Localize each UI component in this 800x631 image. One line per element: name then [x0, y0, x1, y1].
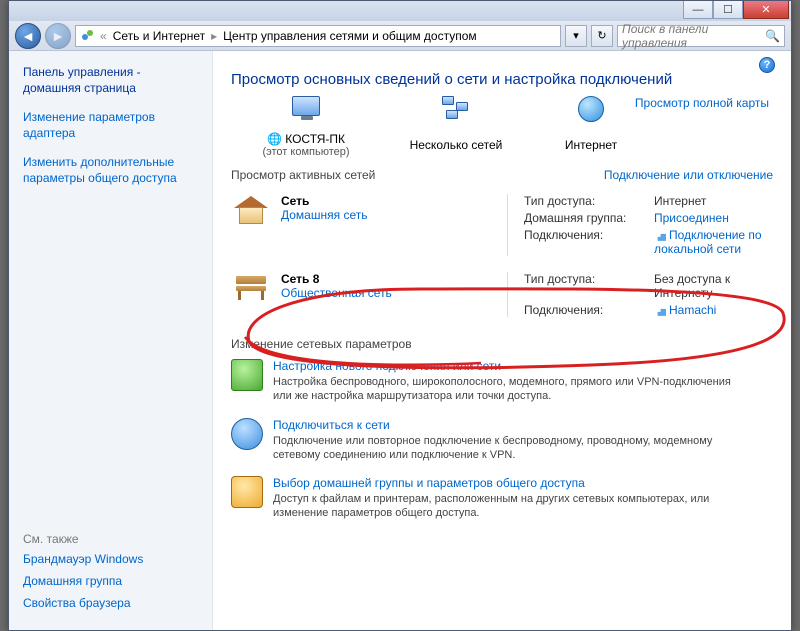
- homegroup-sharing-icon: [231, 476, 263, 508]
- task-description: Доступ к файлам и принтерам, расположенн…: [273, 492, 743, 521]
- forward-button[interactable]: ►: [45, 23, 71, 49]
- active-networks-heading: Просмотр активных сетей: [231, 168, 375, 182]
- explorer-window: — ☐ ✕ ◄ ► « Сеть и Интернет ▸ Центр упра…: [8, 0, 792, 631]
- access-type-value: Без доступа к Интернету: [654, 272, 773, 300]
- sidebar-item-browser-props[interactable]: Свойства браузера: [23, 596, 200, 610]
- sidebar-item-homegroup[interactable]: Домашняя группа: [23, 574, 200, 588]
- connection-link[interactable]: Подключение по локальной сети: [654, 228, 773, 256]
- connection-link[interactable]: Hamachi: [654, 303, 773, 317]
- networks-icon: [442, 96, 470, 124]
- network-item: Сеть 8 Общественная сеть Тип доступа: Бе…: [231, 266, 773, 327]
- help-button[interactable]: ?: [759, 57, 775, 73]
- task-item: Подключиться к сети Подключение или повт…: [231, 418, 773, 463]
- see-also-label: См. также: [23, 532, 200, 546]
- main-panel: ? Просмотр основных сведений о сети и на…: [213, 51, 791, 630]
- sidebar-item-adapter-settings[interactable]: Изменение параметров адаптера: [23, 110, 200, 141]
- breadcrumb-dropdown[interactable]: ▾: [565, 25, 587, 47]
- network-name: Сеть 8: [281, 272, 392, 286]
- task-description: Подключение или повторное подключение к …: [273, 434, 743, 463]
- internet-icon: [578, 96, 604, 122]
- task-connect-link[interactable]: Подключиться к сети: [273, 418, 743, 432]
- node-this-pc-sublabel: (этот компьютер): [231, 146, 381, 158]
- homegroup-link[interactable]: Присоединен: [654, 211, 773, 225]
- titlebar: — ☐ ✕: [9, 1, 791, 21]
- task-description: Настройка беспроводного, широкополосного…: [273, 375, 743, 404]
- close-button[interactable]: ✕: [743, 1, 789, 19]
- network-name: Сеть: [281, 194, 367, 208]
- view-full-map-link[interactable]: Просмотр полной карты: [635, 96, 769, 110]
- change-network-settings-heading: Изменение сетевых параметров: [231, 337, 773, 351]
- maximize-button[interactable]: ☐: [713, 1, 743, 19]
- search-placeholder: Поиск в панели управления: [622, 22, 765, 50]
- network-type-link[interactable]: Общественная сеть: [281, 286, 392, 300]
- refresh-button[interactable]: ↻: [591, 25, 613, 47]
- page-title: Просмотр основных сведений о сети и наст…: [231, 71, 773, 88]
- minimize-button[interactable]: —: [683, 1, 713, 19]
- task-new-connection-link[interactable]: Настройка нового подключения или сети: [273, 359, 743, 373]
- sidebar: Панель управления - домашняя страница Из…: [9, 51, 213, 630]
- back-button[interactable]: ◄: [15, 23, 41, 49]
- node-this-pc-label: 🌐 КОСТЯ-ПК: [231, 132, 381, 146]
- search-input[interactable]: Поиск в панели управления 🔍: [617, 25, 785, 47]
- new-connection-icon: [231, 359, 263, 391]
- network-item: Сеть Домашняя сеть Тип доступа: Интернет…: [231, 188, 773, 266]
- address-bar: ◄ ► « Сеть и Интернет ▸ Центр управления…: [9, 21, 791, 51]
- sidebar-item-firewall[interactable]: Брандмауэр Windows: [23, 552, 200, 566]
- breadcrumb-item[interactable]: Сеть и Интернет: [109, 29, 209, 43]
- home-network-icon: [234, 196, 268, 224]
- connect-disconnect-link[interactable]: Подключение или отключение: [604, 168, 773, 182]
- task-item: Выбор домашней группы и параметров общег…: [231, 476, 773, 521]
- public-network-icon: [233, 274, 269, 302]
- signal-icon: [654, 231, 666, 241]
- task-item: Настройка нового подключения или сети На…: [231, 359, 773, 404]
- this-pc-icon: [292, 96, 320, 116]
- search-icon: 🔍: [765, 29, 780, 43]
- sidebar-home-link[interactable]: Панель управления - домашняя страница: [23, 65, 200, 96]
- breadcrumb-item[interactable]: Центр управления сетями и общим доступом: [219, 29, 481, 43]
- network-type-link[interactable]: Домашняя сеть: [281, 208, 367, 222]
- node-networks-label: Несколько сетей: [381, 138, 531, 152]
- access-type-value: Интернет: [654, 194, 773, 208]
- breadcrumb[interactable]: « Сеть и Интернет ▸ Центр управления сет…: [75, 25, 561, 47]
- task-homegroup-link[interactable]: Выбор домашней группы и параметров общег…: [273, 476, 743, 490]
- breadcrumb-icon: [76, 28, 98, 44]
- node-internet-label: Интернет: [531, 138, 651, 152]
- connect-to-network-icon: [231, 418, 263, 450]
- signal-icon: [654, 306, 666, 316]
- sidebar-item-sharing-settings[interactable]: Изменить дополнительные параметры общего…: [23, 155, 200, 186]
